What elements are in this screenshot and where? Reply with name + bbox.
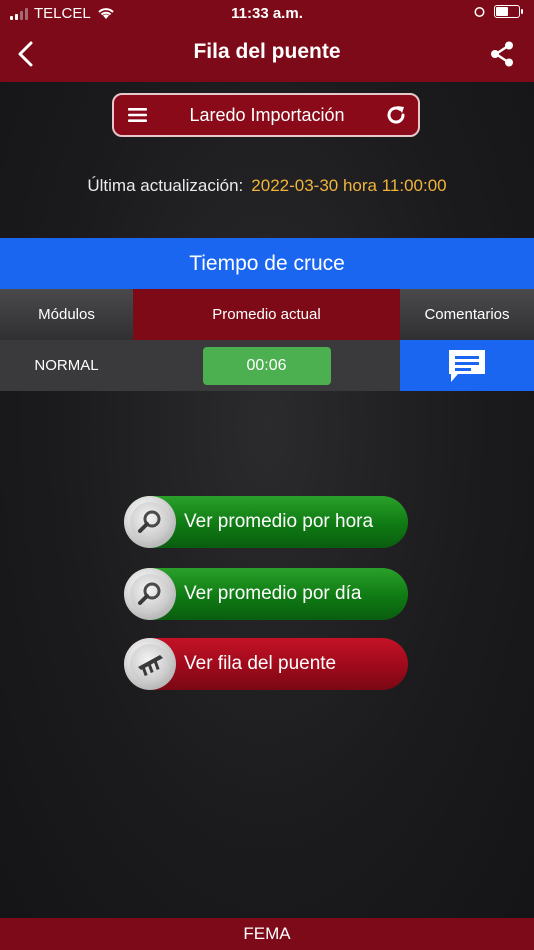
action-knob bbox=[124, 568, 176, 620]
status-bar: TELCEL 11:33 a.m. bbox=[0, 0, 534, 28]
top-bar: TELCEL 11:33 a.m. Fila del puente bbox=[0, 0, 534, 82]
footer: FEMA bbox=[0, 918, 534, 950]
hamburger-icon[interactable] bbox=[126, 106, 150, 124]
column-header-average: Promedio actual bbox=[133, 289, 400, 340]
comment-icon[interactable] bbox=[446, 347, 488, 385]
module-value: NORMAL bbox=[0, 340, 133, 391]
status-time: 11:33 a.m. bbox=[231, 5, 303, 22]
last-update: Última actualización: 2022-03-30 hora 11:… bbox=[0, 176, 534, 196]
action-label: Ver fila del puente bbox=[184, 653, 337, 674]
action-knob bbox=[124, 638, 176, 690]
column-header-modules: Módulos bbox=[0, 289, 133, 340]
status-right bbox=[473, 5, 523, 18]
hourly-average-button[interactable]: Ver promedio por hora bbox=[124, 496, 408, 548]
crossing-title: Tiempo de cruce bbox=[0, 238, 534, 289]
daily-average-button[interactable]: Ver promedio por día bbox=[124, 568, 408, 620]
last-update-label: Última actualización: bbox=[87, 176, 244, 195]
magnifier-icon bbox=[138, 582, 161, 605]
column-header-comments: Comentarios bbox=[400, 289, 534, 340]
action-knob bbox=[124, 496, 176, 548]
bridge-queue-button[interactable]: Ver fila del puente bbox=[124, 638, 408, 690]
share-icon[interactable] bbox=[488, 40, 516, 68]
action-label: Ver promedio por hora bbox=[184, 511, 374, 532]
average-time-badge: 00:06 bbox=[202, 346, 331, 385]
location-label: Laredo Importación bbox=[189, 104, 345, 125]
page-title: Fila del puente bbox=[193, 40, 341, 63]
alarm-icon bbox=[474, 7, 485, 17]
action-label: Ver promedio por día bbox=[184, 583, 362, 604]
comments-button[interactable] bbox=[400, 340, 534, 391]
refresh-icon[interactable] bbox=[384, 103, 408, 127]
crossing-data-row: NORMAL 00:06 bbox=[0, 340, 534, 391]
location-selector[interactable]: Laredo Importación bbox=[112, 93, 420, 137]
magnifier-icon bbox=[138, 510, 161, 533]
bridge-icon bbox=[138, 655, 163, 677]
battery-icon bbox=[494, 5, 523, 18]
last-update-value: 2022-03-30 hora 11:00:00 bbox=[251, 176, 447, 195]
average-cell: 00:06 bbox=[133, 340, 400, 391]
crossing-header-row: Módulos Promedio actual Comentarios bbox=[0, 289, 534, 340]
